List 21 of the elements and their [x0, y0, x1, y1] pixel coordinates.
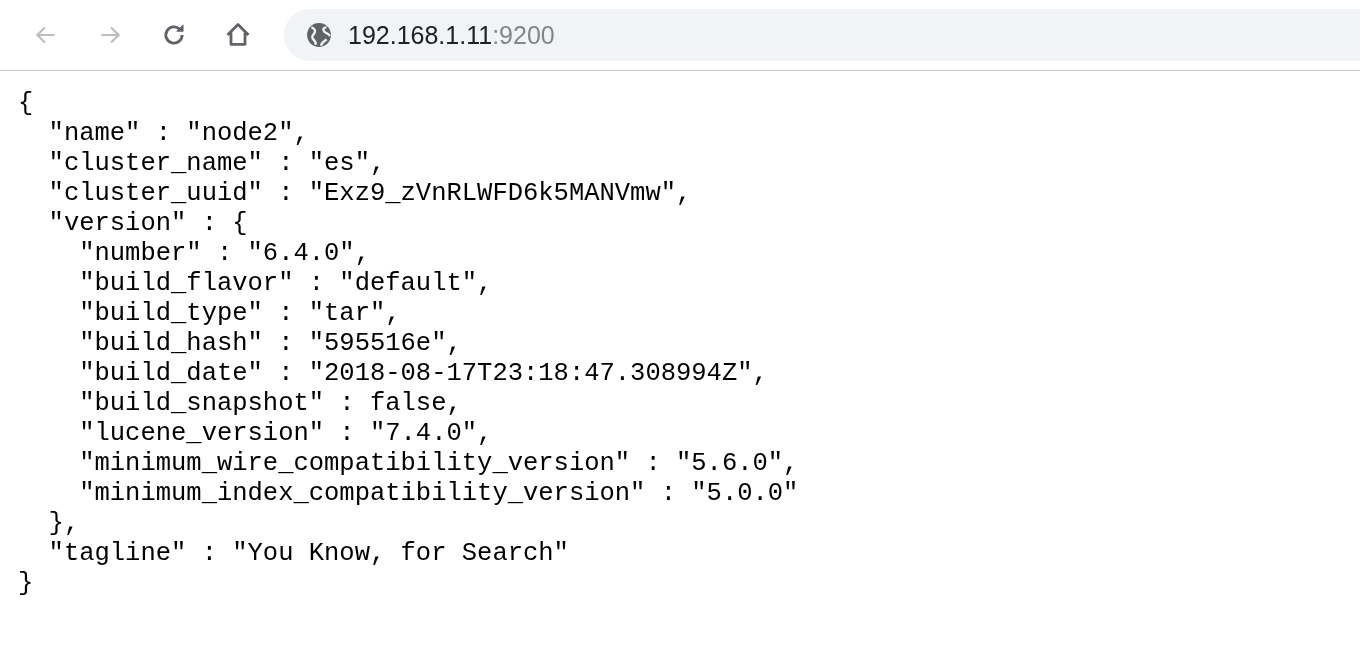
json-line: "minimum_wire_compatibility_version" : "5.6.0",: [78, 449, 800, 479]
json-line: "cluster_uuid" : "Exz9_zVnRLWFD6k5MANVmw",: [47, 179, 693, 209]
json-line: "name" : "node2",: [47, 119, 310, 149]
address-bar[interactable]: 192.168.1.11:9200: [284, 9, 1360, 61]
url-text: 192.168.1.11:9200: [348, 20, 555, 50]
globe-icon: [306, 22, 332, 48]
json-line: "build_type" : "tar",: [78, 299, 402, 329]
json-line: "tagline" : "You Know, for Search": [47, 539, 570, 569]
json-line: {: [18, 89, 35, 119]
json-line: "cluster_name" : "es",: [47, 149, 387, 179]
json-line: "minimum_index_compatibility_version" : "5.0.0": [78, 479, 800, 509]
json-line: "build_date" : "2018-08-17T23:18:47.308994Z",: [78, 359, 769, 389]
home-icon: [224, 21, 252, 49]
json-line: }: [18, 569, 35, 599]
json-line: "number" : "6.4.0",: [78, 239, 371, 269]
json-line: "version" : {: [47, 209, 249, 239]
json-line: "build_flavor" : "default",: [78, 269, 494, 299]
json-line: "build_hash" : "595516e",: [78, 329, 463, 359]
json-line: "lucene_version" : "7.4.0",: [78, 419, 494, 449]
json-line: "build_snapshot" : false,: [78, 389, 463, 419]
json-line: },: [47, 509, 81, 539]
